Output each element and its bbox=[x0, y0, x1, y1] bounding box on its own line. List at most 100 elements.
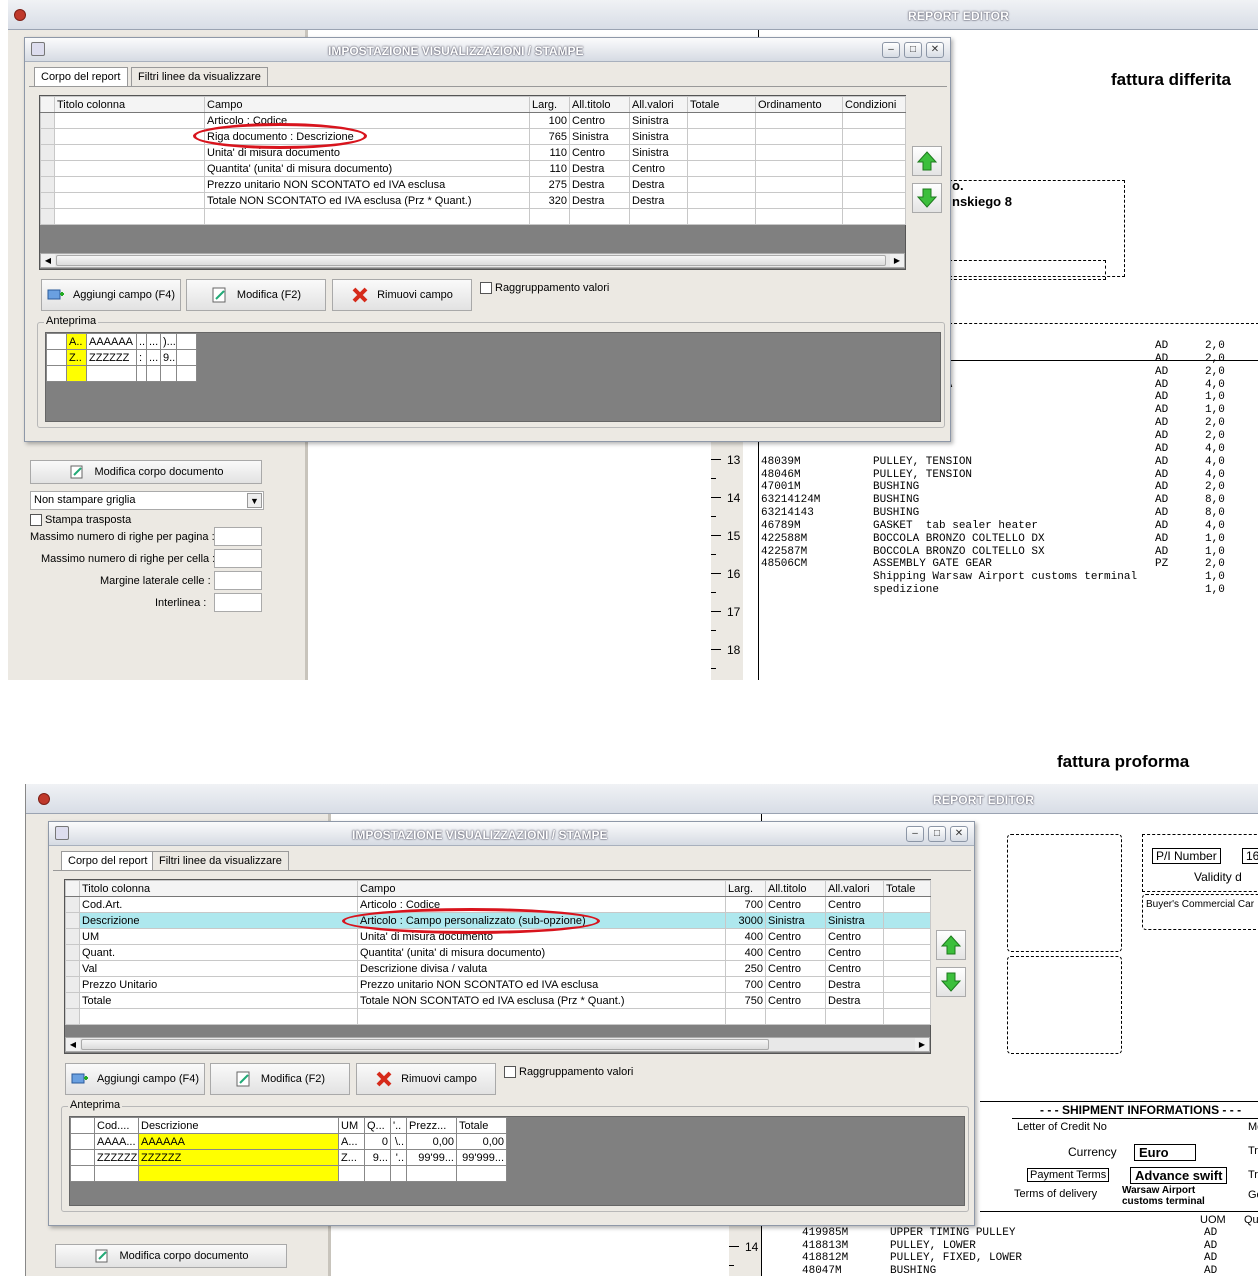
cell-empty[interactable] bbox=[883, 992, 931, 1009]
cell-alt[interactable]: Destra bbox=[569, 192, 630, 209]
horizontal-scrollbar[interactable]: ◀ ▶ bbox=[40, 253, 905, 268]
maximize-icon[interactable]: □ bbox=[928, 826, 946, 842]
cell-empty[interactable] bbox=[842, 128, 906, 145]
cell-alv[interactable]: Centro bbox=[825, 944, 884, 961]
column-header[interactable]: Totale bbox=[883, 880, 931, 897]
row-selector[interactable] bbox=[65, 976, 80, 993]
table-row[interactable]: Articolo : Codice 100 Centro Sinistra bbox=[40, 112, 906, 129]
cell-empty[interactable] bbox=[842, 176, 906, 193]
tab-report-body[interactable]: Corpo del report bbox=[34, 67, 128, 86]
row-selector[interactable] bbox=[65, 928, 80, 945]
cell-larg[interactable]: 250 bbox=[725, 960, 766, 977]
cell-alt[interactable]: Centro bbox=[765, 976, 826, 993]
tab-report-body[interactable]: Corpo del report bbox=[61, 851, 155, 870]
move-down-button[interactable] bbox=[936, 967, 966, 997]
cell-empty[interactable] bbox=[883, 912, 931, 929]
cell-larg[interactable]: 400 bbox=[725, 928, 766, 945]
scroll-thumb[interactable] bbox=[81, 1039, 769, 1050]
cell-empty[interactable] bbox=[54, 208, 205, 225]
cell-campo[interactable]: Totale NON SCONTATO ed IVA esclusa (Prz … bbox=[357, 992, 726, 1009]
column-header[interactable]: Larg. bbox=[529, 96, 570, 113]
column-header[interactable]: Condizioni bbox=[842, 96, 906, 113]
cell-campo[interactable]: Quantita' (unita' di misura documento) bbox=[357, 944, 726, 961]
cell-titolo[interactable]: Quant. bbox=[79, 944, 358, 961]
cell-titolo[interactable]: Totale bbox=[79, 992, 358, 1009]
column-header[interactable]: All.titolo bbox=[569, 96, 630, 113]
cell-empty[interactable] bbox=[357, 1008, 726, 1025]
row-selector[interactable] bbox=[40, 144, 55, 161]
cell-alt[interactable]: Centro bbox=[765, 944, 826, 961]
cell-larg[interactable]: 750 bbox=[725, 992, 766, 1009]
close-icon[interactable]: ✕ bbox=[950, 826, 968, 842]
row-selector[interactable] bbox=[40, 176, 55, 193]
remove-field-button[interactable]: Rimuovi campo bbox=[356, 1063, 496, 1095]
cell-alt[interactable]: Centro bbox=[765, 928, 826, 945]
add-field-button[interactable]: Aggiungi campo (F4) bbox=[65, 1063, 205, 1095]
cell-empty[interactable] bbox=[842, 192, 906, 209]
move-down-button[interactable] bbox=[912, 183, 942, 213]
tab-line-filters[interactable]: Filtri linee da visualizzare bbox=[152, 851, 289, 870]
modify-body-button[interactable]: Modifica corpo documento bbox=[55, 1244, 287, 1268]
table-row[interactable] bbox=[65, 1008, 931, 1025]
scroll-right-icon[interactable]: ▶ bbox=[890, 254, 904, 267]
cell-alv[interactable]: Destra bbox=[629, 176, 688, 193]
table-row[interactable]: Unita' di misura documento 110 Centro Sinis… bbox=[40, 144, 906, 161]
cell-empty[interactable] bbox=[687, 128, 756, 145]
checkbox-box[interactable] bbox=[30, 514, 42, 526]
minimize-icon[interactable]: – bbox=[906, 826, 924, 842]
cell-alt[interactable]: Centro bbox=[765, 896, 826, 913]
cell-titolo[interactable] bbox=[54, 160, 205, 177]
cell-larg[interactable]: 3000 bbox=[725, 912, 766, 929]
row-selector[interactable] bbox=[40, 112, 55, 129]
cell-empty[interactable] bbox=[765, 1008, 826, 1025]
horizontal-scrollbar[interactable]: ◀ ▶ bbox=[65, 1037, 930, 1052]
row-selector[interactable] bbox=[65, 960, 80, 977]
column-header[interactable]: Ordinamento bbox=[755, 96, 843, 113]
cell-titolo[interactable] bbox=[54, 144, 205, 161]
cell-empty[interactable] bbox=[755, 208, 843, 225]
cell-alv[interactable]: Sinistra bbox=[825, 912, 884, 929]
table-row[interactable]: Riga documento : Descrizione 765 Sinistra S… bbox=[40, 128, 906, 145]
edit-button[interactable]: Modifica (F2) bbox=[210, 1063, 350, 1095]
cell-empty[interactable] bbox=[687, 176, 756, 193]
cell-margin-input[interactable] bbox=[214, 571, 262, 590]
cell-empty[interactable] bbox=[842, 112, 906, 129]
cell-larg[interactable]: 700 bbox=[725, 896, 766, 913]
line-spacing-input[interactable] bbox=[214, 593, 262, 612]
tab-line-filters[interactable]: Filtri linee da visualizzare bbox=[131, 67, 268, 86]
scroll-left-icon[interactable]: ◀ bbox=[41, 254, 55, 267]
column-header[interactable]: Totale bbox=[687, 96, 756, 113]
cell-alt[interactable]: Destra bbox=[569, 160, 630, 177]
cell-campo[interactable]: Prezzo unitario NON SCONTATO ed IVA escl… bbox=[357, 976, 726, 993]
cell-larg[interactable]: 400 bbox=[725, 944, 766, 961]
column-header[interactable]: Campo bbox=[204, 96, 530, 113]
cell-campo[interactable]: Descrizione divisa / valuta bbox=[357, 960, 726, 977]
cell-empty[interactable] bbox=[755, 112, 843, 129]
cell-empty[interactable] bbox=[529, 208, 570, 225]
cell-titolo[interactable]: Prezzo Unitario bbox=[79, 976, 358, 993]
cell-titolo[interactable] bbox=[54, 176, 205, 193]
cell-larg[interactable]: 700 bbox=[725, 976, 766, 993]
table-row[interactable]: Totale NON SCONTATO ed IVA esclusa (Prz … bbox=[40, 192, 906, 209]
cell-alt[interactable]: Centro bbox=[569, 112, 630, 129]
row-selector[interactable] bbox=[65, 1008, 80, 1025]
row-selector[interactable] bbox=[40, 128, 55, 145]
grouping-checkbox[interactable]: Raggruppamento valori bbox=[480, 282, 609, 294]
cell-alv[interactable]: Centro bbox=[629, 160, 688, 177]
row-selector[interactable] bbox=[65, 912, 80, 929]
cell-alv[interactable]: Sinistra bbox=[629, 112, 688, 129]
column-header[interactable]: Campo bbox=[357, 880, 726, 897]
chevron-down-icon[interactable]: ▼ bbox=[247, 493, 262, 508]
minimize-icon[interactable]: – bbox=[882, 42, 900, 58]
cell-empty[interactable] bbox=[755, 144, 843, 161]
row-selector[interactable] bbox=[40, 192, 55, 209]
cell-titolo[interactable]: Cod.Art. bbox=[79, 896, 358, 913]
table-row[interactable]: Totale Totale NON SCONTATO ed IVA esclusa… bbox=[65, 992, 931, 1009]
cell-larg[interactable]: 275 bbox=[529, 176, 570, 193]
table-row[interactable]: Quantita' (unita' di misura documento) 11… bbox=[40, 160, 906, 177]
cell-empty[interactable] bbox=[755, 128, 843, 145]
cell-empty[interactable] bbox=[842, 160, 906, 177]
table-row[interactable]: Val Descrizione divisa / valuta 250 Centro C… bbox=[65, 960, 931, 977]
cell-alv[interactable]: Sinistra bbox=[629, 144, 688, 161]
column-header[interactable]: Titolo colonna bbox=[79, 880, 358, 897]
